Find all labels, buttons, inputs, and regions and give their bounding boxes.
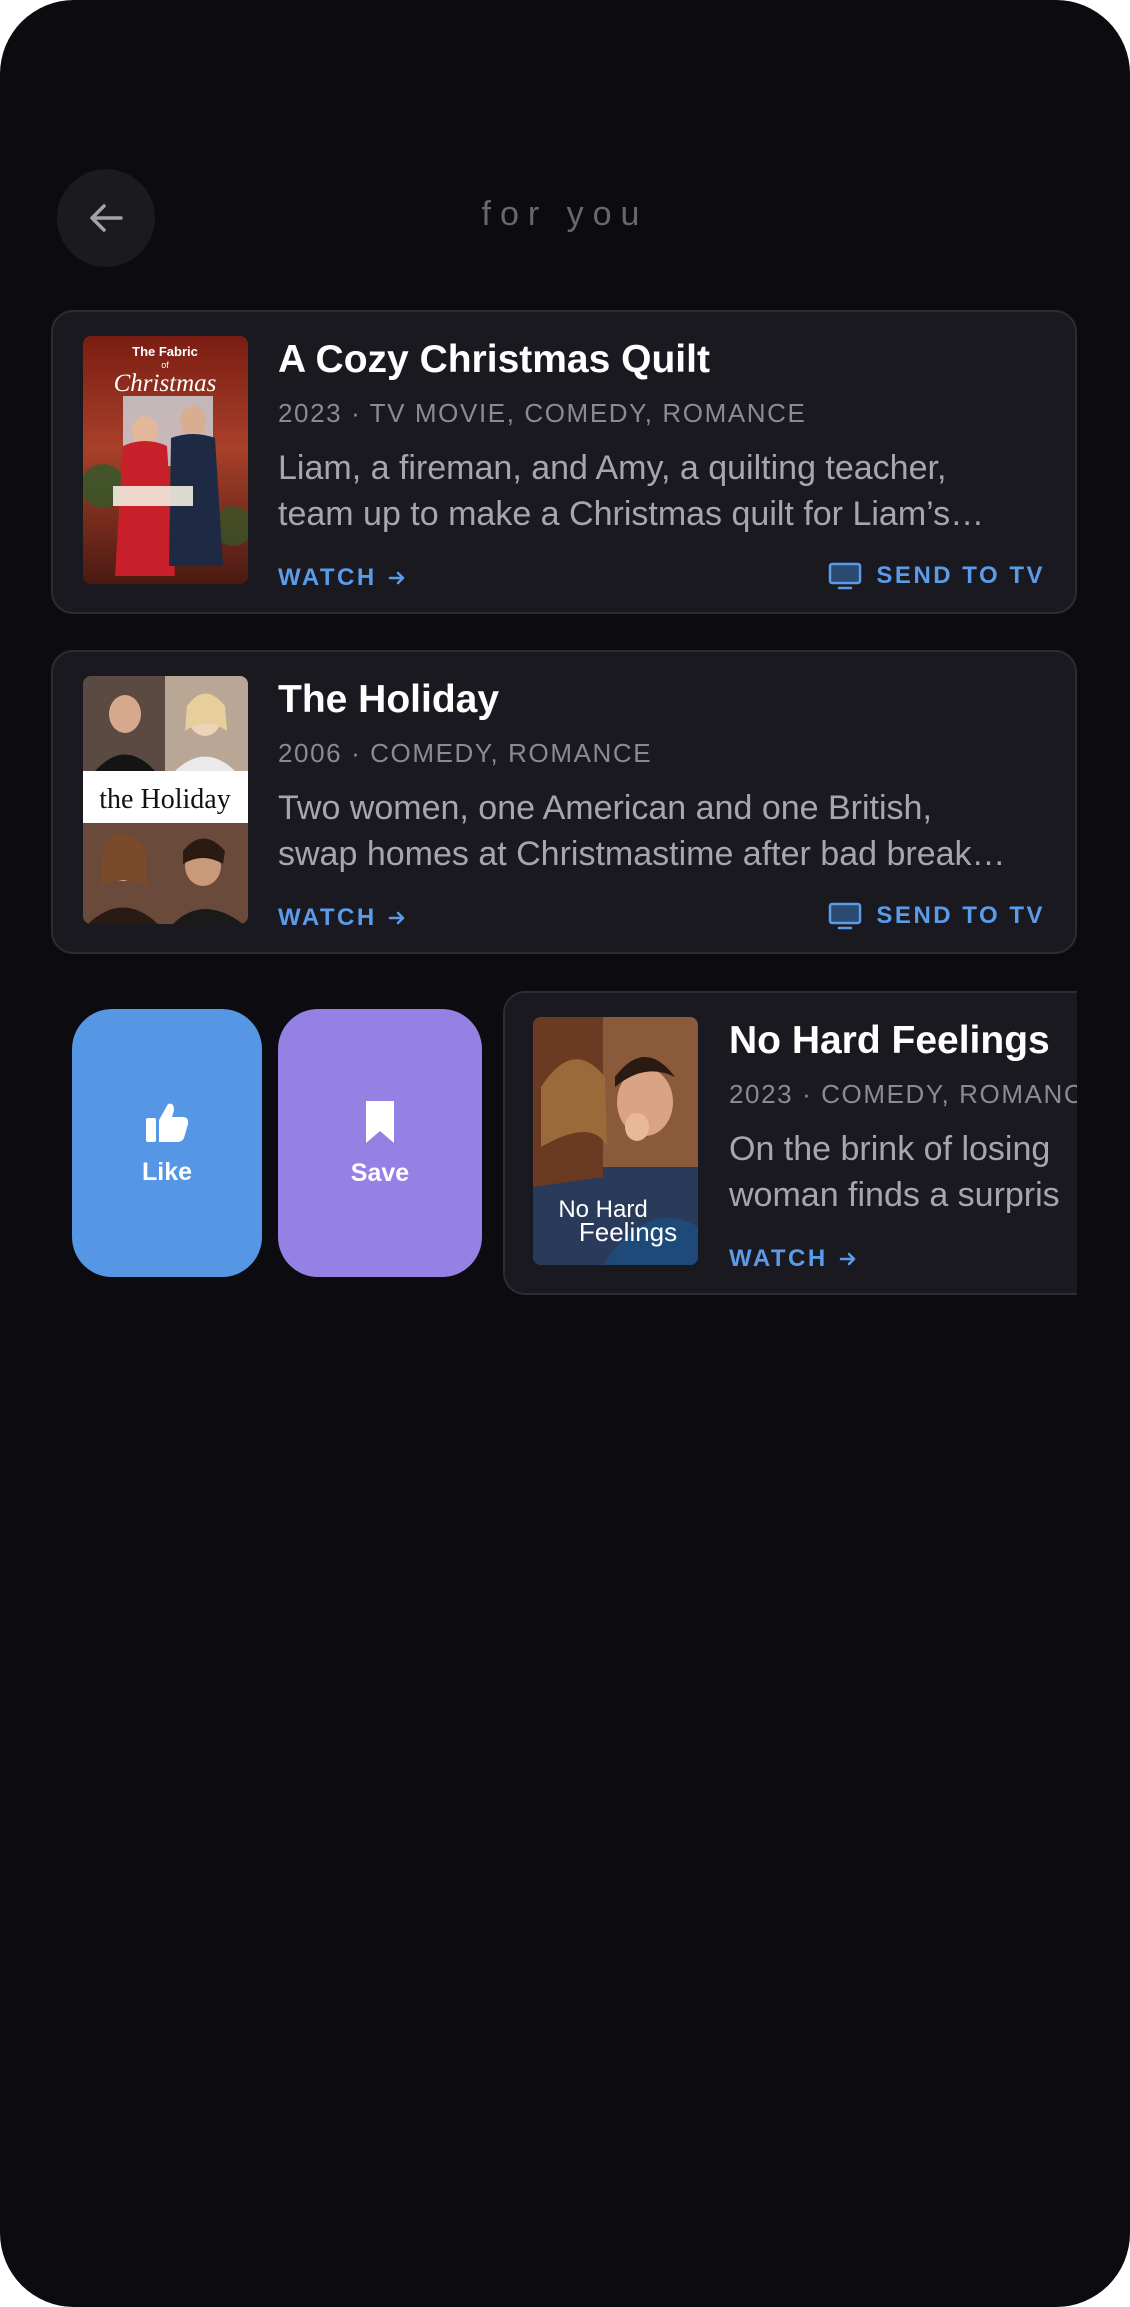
movie-card-no-hard-feelings[interactable]: No Hard Feelings No Hard Feelings 2023 ·…	[503, 991, 1130, 1295]
watch-button[interactable]: WATCH	[278, 904, 407, 932]
thumbs-up-icon	[146, 1103, 189, 1142]
movie-meta: 2006 · COMEDY, ROMANCE	[278, 738, 653, 768]
tv-icon	[829, 902, 862, 930]
send-to-tv-button[interactable]: SEND TO TV	[828, 902, 1045, 930]
description-line: swap homes at Christmastime after bad br…	[278, 835, 1006, 873]
movie-title: A Cozy Christmas Quilt	[278, 338, 710, 381]
like-button[interactable]: Like	[72, 1009, 262, 1277]
arrow-right-icon	[388, 911, 404, 925]
poster-text-line2: Feelings	[579, 1217, 677, 1247]
movie-meta: 2023 · TV MOVIE, COMEDY, ROMANCE	[278, 398, 807, 428]
phone-screen: for you The Fabric of Christmas A Cozy C…	[0, 0, 1130, 2307]
watch-label: WATCH	[278, 564, 377, 591]
poster-text-main: Christmas	[114, 370, 217, 397]
poster-text-of: of	[161, 360, 169, 370]
tv-icon	[829, 562, 862, 590]
send-to-tv-label: SEND TO TV	[876, 902, 1045, 929]
watch-button[interactable]: WATCH	[278, 564, 407, 592]
movie-poster: No Hard Feelings	[533, 1017, 698, 1265]
watch-label: WATCH	[729, 1245, 828, 1272]
save-button[interactable]: Save	[278, 1009, 482, 1277]
list-clip-mask	[1077, 980, 1130, 1320]
movie-title: The Holiday	[278, 678, 500, 721]
watch-label: WATCH	[278, 904, 377, 931]
description-line: woman finds a surpris	[729, 1176, 1060, 1214]
movie-description: On the brink of losing woman finds a sur…	[729, 1126, 1130, 1218]
poster-text-main: the Holiday	[99, 784, 230, 815]
description-line: team up to make a Christmas quilt for Li…	[278, 495, 985, 533]
movie-card-cozy-christmas-quilt[interactable]: The Fabric of Christmas A Cozy Christmas…	[51, 310, 1077, 614]
movie-description: Two women, one American and one British,…	[278, 785, 1038, 877]
arrow-right-icon	[839, 1252, 855, 1266]
arrow-right-icon	[388, 571, 404, 585]
poster-text-top: The Fabric	[132, 344, 198, 359]
description-line: Two women, one American and one British,	[278, 789, 932, 827]
movie-card-the-holiday[interactable]: the Holiday The Holiday 2006 · COMEDY, R…	[51, 650, 1077, 954]
send-to-tv-label: SEND TO TV	[876, 562, 1045, 589]
movie-poster: The Fabric of Christmas	[83, 336, 248, 584]
like-label: Like	[141, 1157, 193, 1186]
bookmark-icon	[366, 1100, 394, 1143]
description-line: On the brink of losing	[729, 1130, 1051, 1168]
watch-button[interactable]: WATCH	[729, 1245, 858, 1273]
movie-meta: 2023 · COMEDY, ROMANCE	[729, 1079, 1104, 1109]
save-label: Save	[350, 1158, 410, 1187]
movie-description: Liam, a fireman, and Amy, a quilting tea…	[278, 445, 1038, 537]
movie-poster: the Holiday	[83, 676, 248, 924]
send-to-tv-button[interactable]: SEND TO TV	[828, 562, 1045, 590]
page-title: for you	[481, 195, 649, 233]
description-line: Liam, a fireman, and Amy, a quilting tea…	[278, 449, 947, 487]
movie-title: No Hard Feelings	[729, 1019, 1050, 1062]
